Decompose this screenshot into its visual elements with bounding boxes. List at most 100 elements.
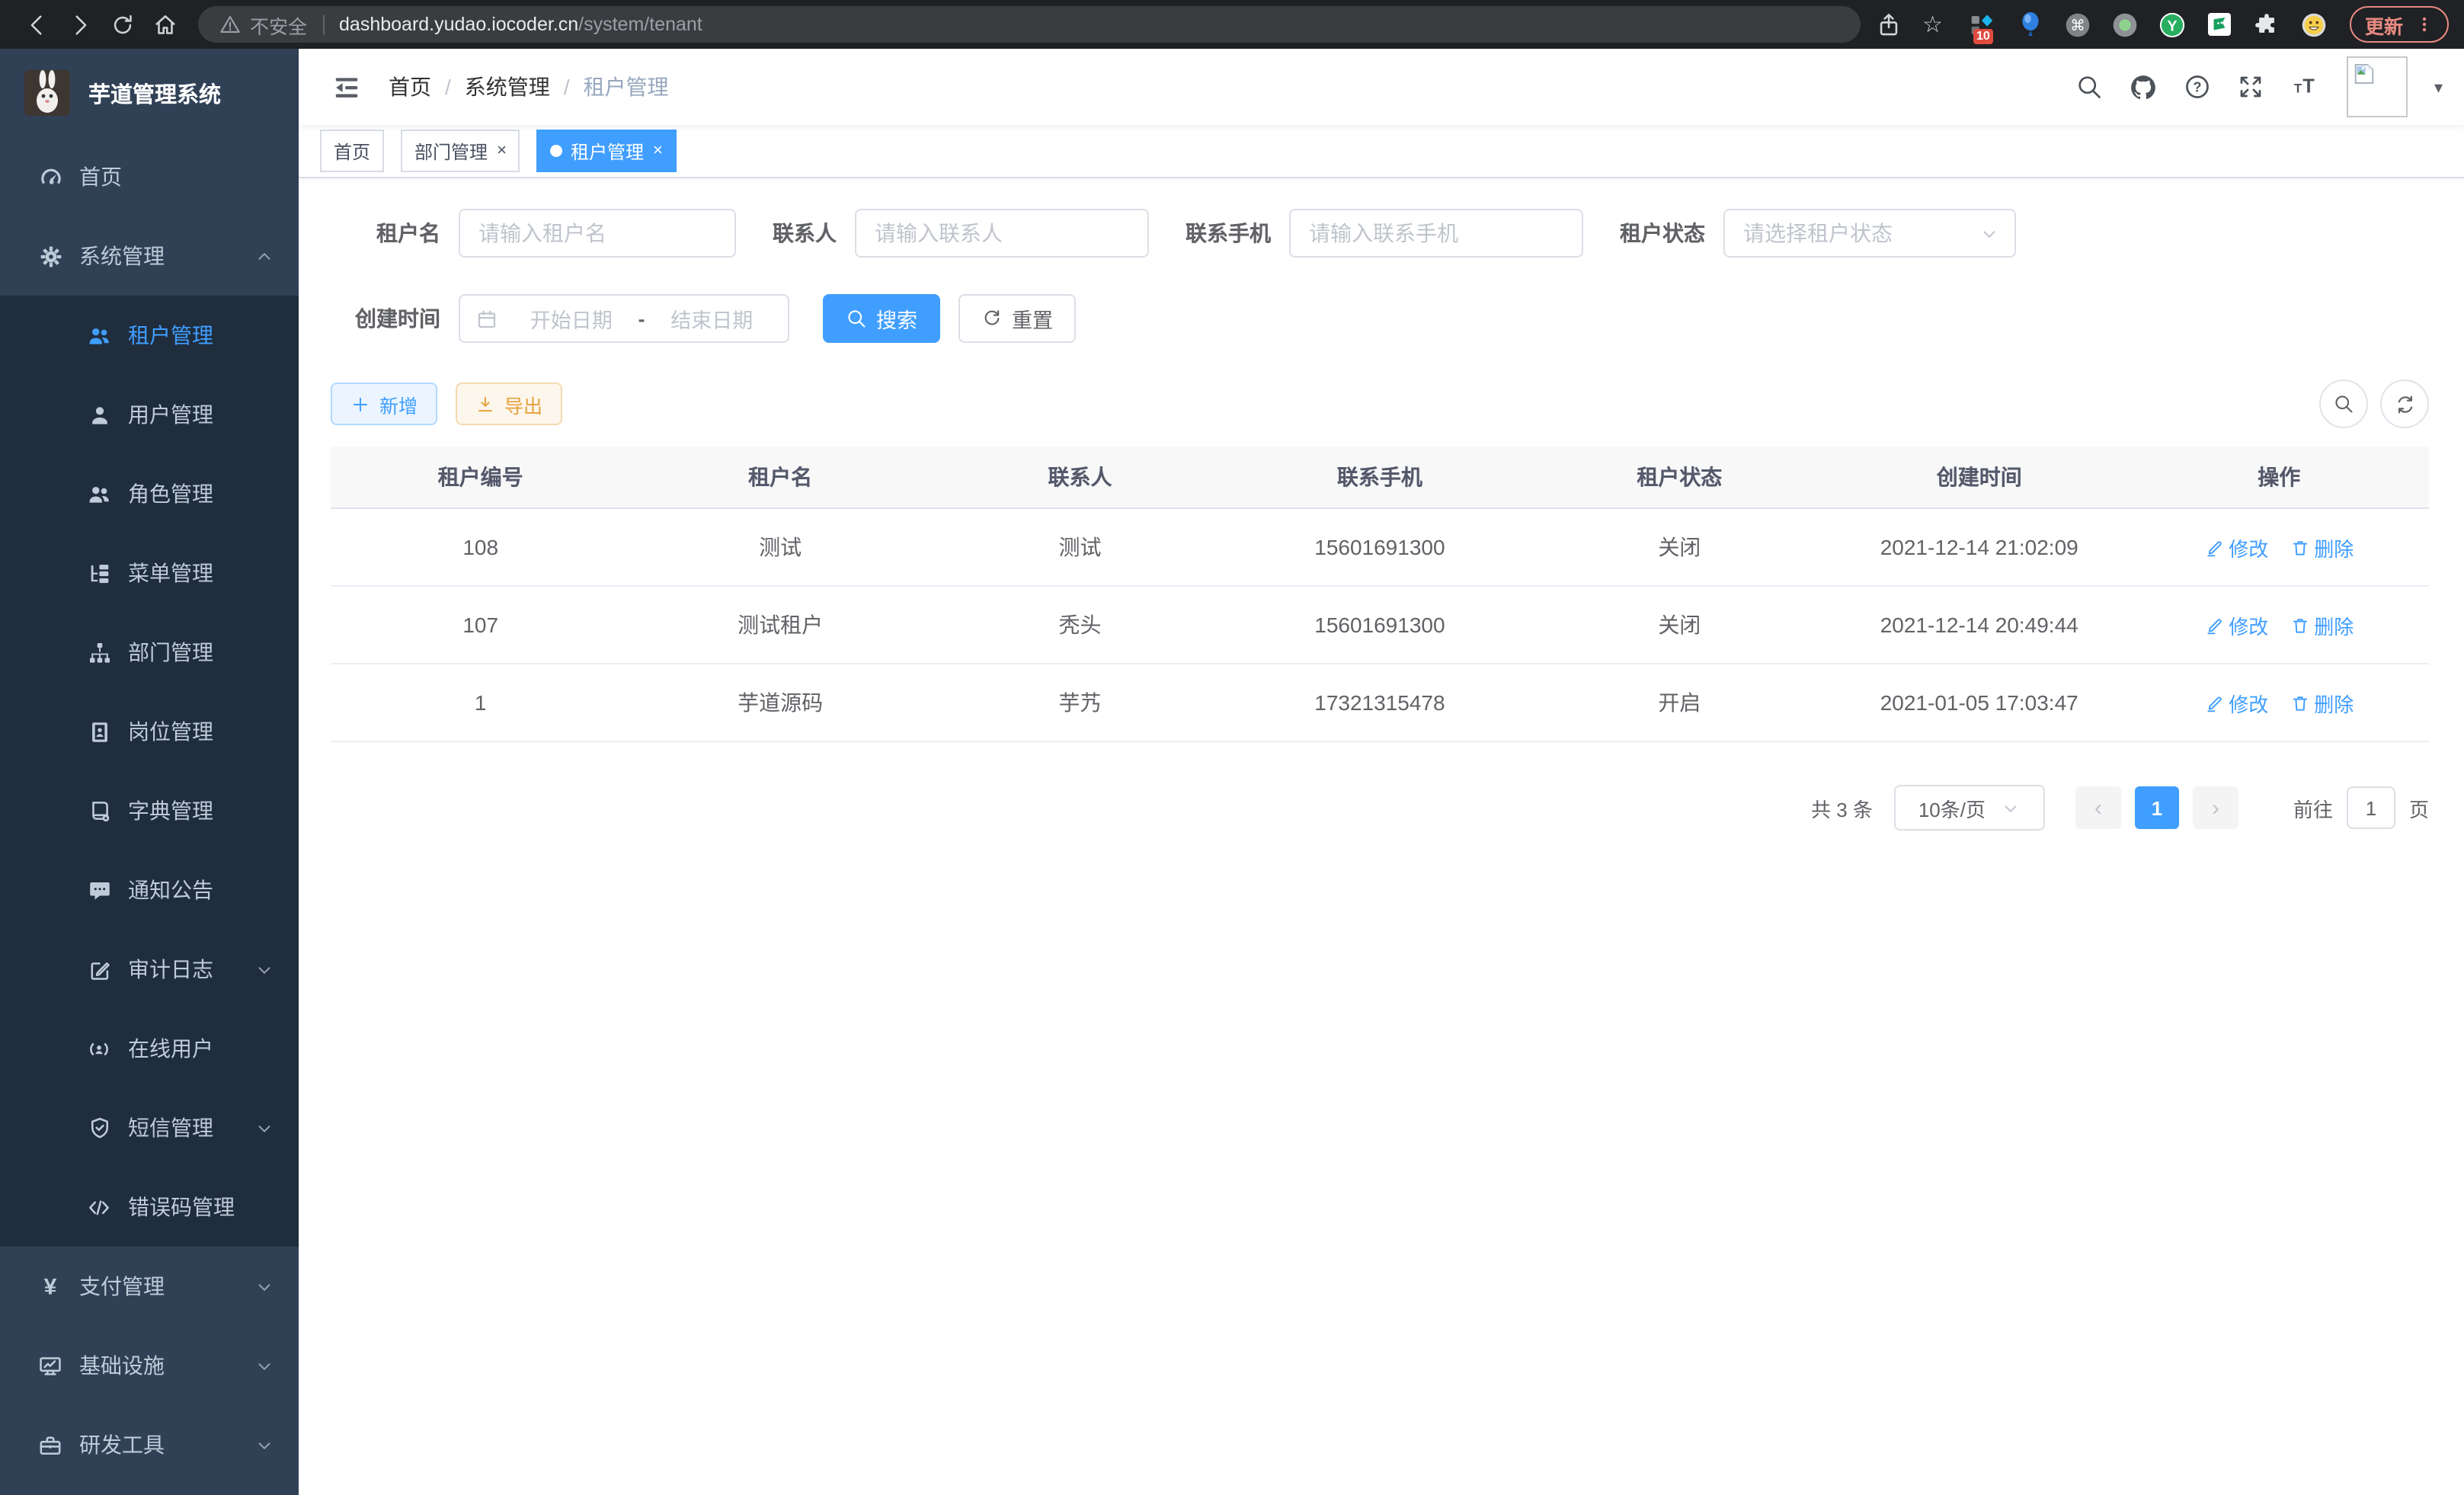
app-logo-row[interactable]: 芋道管理系统 xyxy=(0,49,299,137)
reset-button[interactable]: 重置 xyxy=(958,294,1076,343)
infra-icon xyxy=(37,1353,64,1378)
sidebar-item-dept[interactable]: 部门管理 xyxy=(0,613,299,692)
sidebar-item-label: 系统管理 xyxy=(79,241,165,271)
phone-input[interactable] xyxy=(1289,209,1583,258)
sidebar-item-errcode[interactable]: 错误码管理 xyxy=(0,1167,299,1247)
sidebar-item-online[interactable]: 在线用户 xyxy=(0,1009,299,1088)
browser-back-icon[interactable] xyxy=(15,5,58,44)
sidebar-collapse-icon[interactable] xyxy=(332,72,361,101)
svg-text:Y: Y xyxy=(2168,17,2178,34)
add-button-label: 新增 xyxy=(379,389,418,418)
goto-page-input[interactable] xyxy=(2347,786,2395,829)
export-button-label: 导出 xyxy=(504,389,542,418)
font-size-icon[interactable]: TT xyxy=(2291,73,2322,101)
cell-contact: 测试 xyxy=(930,508,1230,586)
sidebar-item-auditlog[interactable]: 审计日志 xyxy=(0,930,299,1009)
page-size-select[interactable]: 10条/页 xyxy=(1894,785,2045,831)
sidebar-item-devtool[interactable]: 研发工具 xyxy=(0,1405,299,1484)
header-search-icon[interactable] xyxy=(2076,73,2104,101)
page-number-1[interactable]: 1 xyxy=(2135,786,2179,829)
help-icon[interactable]: ? xyxy=(2184,73,2212,101)
extension-grid-icon[interactable]: 10 xyxy=(1970,11,1998,38)
bookmark-star-icon[interactable]: ☆ xyxy=(1922,11,1943,38)
sidebar-item-system[interactable]: 系统管理 xyxy=(0,216,299,296)
top-header: 首页 / 系统管理 / 租户管理 ? TT ▾ xyxy=(299,49,2464,125)
tab-tenant[interactable]: 租户管理× xyxy=(537,130,677,172)
chevron-up-icon xyxy=(254,246,274,266)
app-logo-rabbit-icon xyxy=(24,70,70,116)
cell-id: 108 xyxy=(331,508,630,586)
sidebar-item-sms[interactable]: 短信管理 xyxy=(0,1088,299,1167)
chevron-down-icon xyxy=(2001,798,2021,818)
extension-flag-icon[interactable] xyxy=(2206,11,2234,38)
delete-link[interactable]: 删除 xyxy=(2290,533,2354,562)
extension-command-icon[interactable]: ⌘ xyxy=(2065,11,2092,38)
breadcrumb-system[interactable]: 系统管理 xyxy=(465,72,550,102)
fullscreen-icon[interactable] xyxy=(2238,73,2265,101)
add-button[interactable]: 新增 xyxy=(331,383,437,425)
browser-update-button[interactable]: 更新 xyxy=(2350,6,2449,43)
breadcrumb-home[interactable]: 首页 xyxy=(389,72,431,102)
prev-page-button[interactable]: ‹ xyxy=(2075,786,2121,829)
dashboard-icon xyxy=(37,164,64,190)
sidebar-item-pay[interactable]: ¥支付管理 xyxy=(0,1247,299,1326)
close-tab-icon[interactable]: × xyxy=(497,142,507,159)
cell-phone: 15601691300 xyxy=(1230,586,1529,664)
sidebar-item-role[interactable]: 角色管理 xyxy=(0,454,299,533)
search-button[interactable]: 搜索 xyxy=(823,294,940,343)
page-suffix: 页 xyxy=(2409,793,2429,822)
next-page-button[interactable]: › xyxy=(2193,786,2238,829)
tenant-table: 租户编号 租户名 联系人 联系手机 租户状态 创建时间 操作 108测试测试15… xyxy=(331,447,2429,742)
sidebar-item-dict[interactable]: 字典管理 xyxy=(0,771,299,850)
browser-forward-icon[interactable] xyxy=(58,5,101,44)
sidebar-item-notice[interactable]: 通知公告 xyxy=(0,850,299,930)
address-bar[interactable]: 不安全 dashboard.yudao.iocoder.cn /system/t… xyxy=(198,6,1860,43)
sidebar-item-label: 岗位管理 xyxy=(128,716,213,747)
extension-balloon-icon[interactable] xyxy=(2018,11,2045,38)
plus-icon xyxy=(350,394,370,414)
refresh-table-button[interactable] xyxy=(2380,379,2429,428)
export-button[interactable]: 导出 xyxy=(456,383,562,425)
edit-link[interactable]: 修改 xyxy=(2204,610,2268,639)
edit-link[interactable]: 修改 xyxy=(2204,688,2268,717)
close-tab-icon[interactable]: × xyxy=(653,142,663,159)
cell-actions: 修改删除 xyxy=(2129,508,2429,586)
user-avatar[interactable] xyxy=(2347,56,2408,117)
sidebar-item-user[interactable]: 用户管理 xyxy=(0,375,299,454)
sidebar-item-post[interactable]: 岗位管理 xyxy=(0,692,299,771)
tab-label: 首页 xyxy=(334,138,370,164)
status-select[interactable]: 请选择租户状态 xyxy=(1723,209,2016,258)
tab-dept[interactable]: 部门管理× xyxy=(401,130,520,172)
delete-link[interactable]: 删除 xyxy=(2290,688,2354,717)
browser-menu-icon[interactable] xyxy=(2415,14,2434,35)
reset-button-label: 重置 xyxy=(1012,303,1053,334)
sidebar-item-tenant[interactable]: 租户管理 xyxy=(0,296,299,375)
tenant-name-input[interactable] xyxy=(459,209,736,258)
avatar-dropdown-caret-icon[interactable]: ▾ xyxy=(2434,77,2443,97)
share-icon[interactable] xyxy=(1875,11,1901,37)
sidebar-item-menu[interactable]: 菜单管理 xyxy=(0,533,299,613)
sidebar-item-home[interactable]: 首页 xyxy=(0,137,299,216)
extensions-puzzle-icon[interactable] xyxy=(2254,11,2281,38)
user-icon xyxy=(85,402,113,427)
toggle-search-button[interactable] xyxy=(2319,379,2368,428)
sidebar-item-infra[interactable]: 基础设施 xyxy=(0,1326,299,1405)
date-range-picker[interactable]: 开始日期 - 结束日期 xyxy=(459,294,789,343)
col-tenant-name: 租户名 xyxy=(630,447,930,508)
sidebar-item-label: 菜单管理 xyxy=(128,558,213,588)
profile-avatar-icon[interactable] xyxy=(2301,11,2328,38)
tab-home[interactable]: 首页 xyxy=(320,130,384,172)
extension-y-icon[interactable]: Y xyxy=(2159,11,2187,38)
browser-home-icon[interactable] xyxy=(143,5,186,44)
contact-input[interactable] xyxy=(855,209,1149,258)
github-icon[interactable] xyxy=(2130,72,2158,101)
cell-status: 关闭 xyxy=(1530,586,1829,664)
extension-record-icon[interactable] xyxy=(2112,11,2139,38)
page-content: 租户名 联系人 联系手机 租户状态 请选择租户状态 xyxy=(299,178,2464,1495)
col-contact: 联系人 xyxy=(930,447,1230,508)
sidebar-item-label: 用户管理 xyxy=(128,399,213,430)
browser-reload-icon[interactable] xyxy=(101,5,143,44)
delete-link[interactable]: 删除 xyxy=(2290,610,2354,639)
edit-link[interactable]: 修改 xyxy=(2204,533,2268,562)
table-toolbar: 新增 导出 xyxy=(331,379,2429,428)
